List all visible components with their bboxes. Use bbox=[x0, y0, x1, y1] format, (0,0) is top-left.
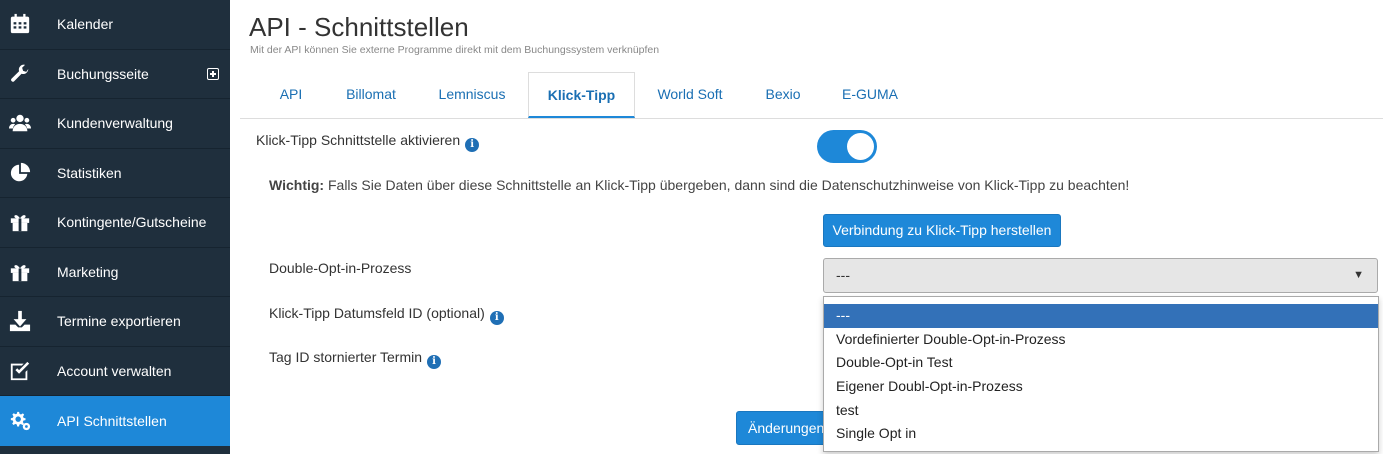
doi-select[interactable]: --- ▼ bbox=[823, 258, 1378, 293]
sidebar-item-termine-exportieren[interactable]: Termine exportieren bbox=[0, 297, 230, 347]
sidebar-item-statistiken[interactable]: Statistiken bbox=[0, 149, 230, 198]
calendar-icon bbox=[8, 13, 32, 35]
users-icon bbox=[8, 112, 32, 134]
info-icon[interactable]: i bbox=[427, 355, 442, 369]
sidebar-item-account-verwalten[interactable]: Account verwalten bbox=[0, 347, 230, 396]
sidebar-item-label: Kontingente/Gutscheine bbox=[57, 214, 207, 231]
sidebar-item-label: Buchungsseite bbox=[57, 65, 149, 82]
toggle-knob bbox=[847, 133, 874, 160]
notice-text: Falls Sie Daten über diese Schnittstelle… bbox=[324, 177, 1130, 193]
tab-api[interactable]: API bbox=[259, 72, 323, 119]
sidebar-item-kalender[interactable]: Kalender bbox=[0, 0, 230, 50]
sidebar-item-kundenverwaltung[interactable]: Kundenverwaltung bbox=[0, 99, 230, 149]
sidebar-item-api-schnittstellen[interactable]: API Schnittstellen bbox=[0, 396, 230, 446]
connect-klick-tipp-button[interactable]: Verbindung zu Klick-Tipp herstellen bbox=[823, 214, 1061, 247]
tab-lemniscus[interactable]: Lemniscus bbox=[422, 72, 522, 119]
caret-down-icon: ▼ bbox=[1353, 269, 1364, 281]
doi-option[interactable]: Double-Opt-in Test bbox=[824, 351, 1378, 375]
activate-label: Klick-Tipp Schnittstelle aktivieren i bbox=[256, 132, 480, 152]
sidebar-item-buchungsseite[interactable]: Buchungsseite bbox=[0, 50, 230, 99]
gears-icon bbox=[8, 410, 32, 432]
pie-chart-icon bbox=[8, 162, 32, 184]
activate-toggle[interactable] bbox=[817, 130, 877, 163]
checkbox-icon bbox=[8, 360, 32, 382]
doi-option[interactable]: test bbox=[824, 399, 1378, 423]
sidebar-item-label: Account verwalten bbox=[57, 362, 172, 379]
doi-selected-value: --- bbox=[836, 267, 850, 283]
doi-option[interactable]: Vordefinierter Double-Opt-in-Prozess bbox=[824, 328, 1378, 352]
page-subtitle: Mit der API können Sie externe Programme… bbox=[250, 44, 660, 56]
tab-bar: API Billomat Lemniscus Klick-Tipp World … bbox=[240, 72, 1383, 119]
sidebar-item-kontingente[interactable]: Kontingente/Gutscheine bbox=[0, 198, 230, 248]
expand-plus-icon[interactable] bbox=[207, 67, 219, 80]
sidebar-item-label: Kalender bbox=[57, 16, 114, 33]
tab-billomat[interactable]: Billomat bbox=[330, 72, 412, 119]
page-title: API - Schnittstellen bbox=[249, 12, 469, 42]
cancel-tag-label-text: Tag ID stornierter Termin bbox=[269, 349, 423, 365]
doi-option[interactable]: Eigener Doubl-Opt-in-Prozess bbox=[824, 375, 1378, 399]
sidebar: Kalender Buchungsseite Kundenverwaltung … bbox=[0, 0, 230, 454]
date-field-label-text: Klick-Tipp Datumsfeld ID (optional) bbox=[269, 305, 485, 321]
activate-label-text: Klick-Tipp Schnittstelle aktivieren bbox=[256, 132, 461, 148]
privacy-notice: Wichtig: Falls Sie Daten über diese Schn… bbox=[269, 177, 1129, 193]
sidebar-item-marketing[interactable]: Marketing bbox=[0, 248, 230, 297]
download-icon bbox=[8, 310, 32, 332]
gift-icon bbox=[8, 211, 32, 233]
sidebar-item-label: Statistiken bbox=[57, 164, 122, 181]
tab-world-soft[interactable]: World Soft bbox=[645, 72, 735, 119]
notice-bold: Wichtig: bbox=[269, 177, 325, 193]
tab-bexio[interactable]: Bexio bbox=[754, 72, 812, 119]
info-icon[interactable]: i bbox=[465, 138, 480, 152]
sidebar-item-label: Marketing bbox=[57, 263, 119, 280]
tab-klick-tipp[interactable]: Klick-Tipp bbox=[528, 72, 635, 118]
cancel-tag-label: Tag ID stornierter Termin i bbox=[269, 349, 442, 369]
wrench-icon bbox=[8, 63, 32, 85]
info-icon[interactable]: i bbox=[489, 311, 504, 325]
tab-e-guma[interactable]: E-GUMA bbox=[832, 72, 908, 119]
sidebar-item-label: Kundenverwaltung bbox=[57, 115, 173, 132]
doi-option[interactable]: --- bbox=[824, 304, 1378, 328]
sidebar-item-label: Termine exportieren bbox=[57, 313, 181, 330]
doi-label: Double-Opt-in-Prozess bbox=[269, 260, 412, 276]
date-field-label: Klick-Tipp Datumsfeld ID (optional) i bbox=[269, 305, 504, 325]
doi-dropdown-list: --- Vordefinierter Double-Opt-in-Prozess… bbox=[823, 296, 1379, 452]
doi-option[interactable]: Single Opt in bbox=[824, 422, 1378, 446]
gift-icon bbox=[8, 261, 32, 283]
sidebar-item-label: API Schnittstellen bbox=[57, 412, 167, 429]
